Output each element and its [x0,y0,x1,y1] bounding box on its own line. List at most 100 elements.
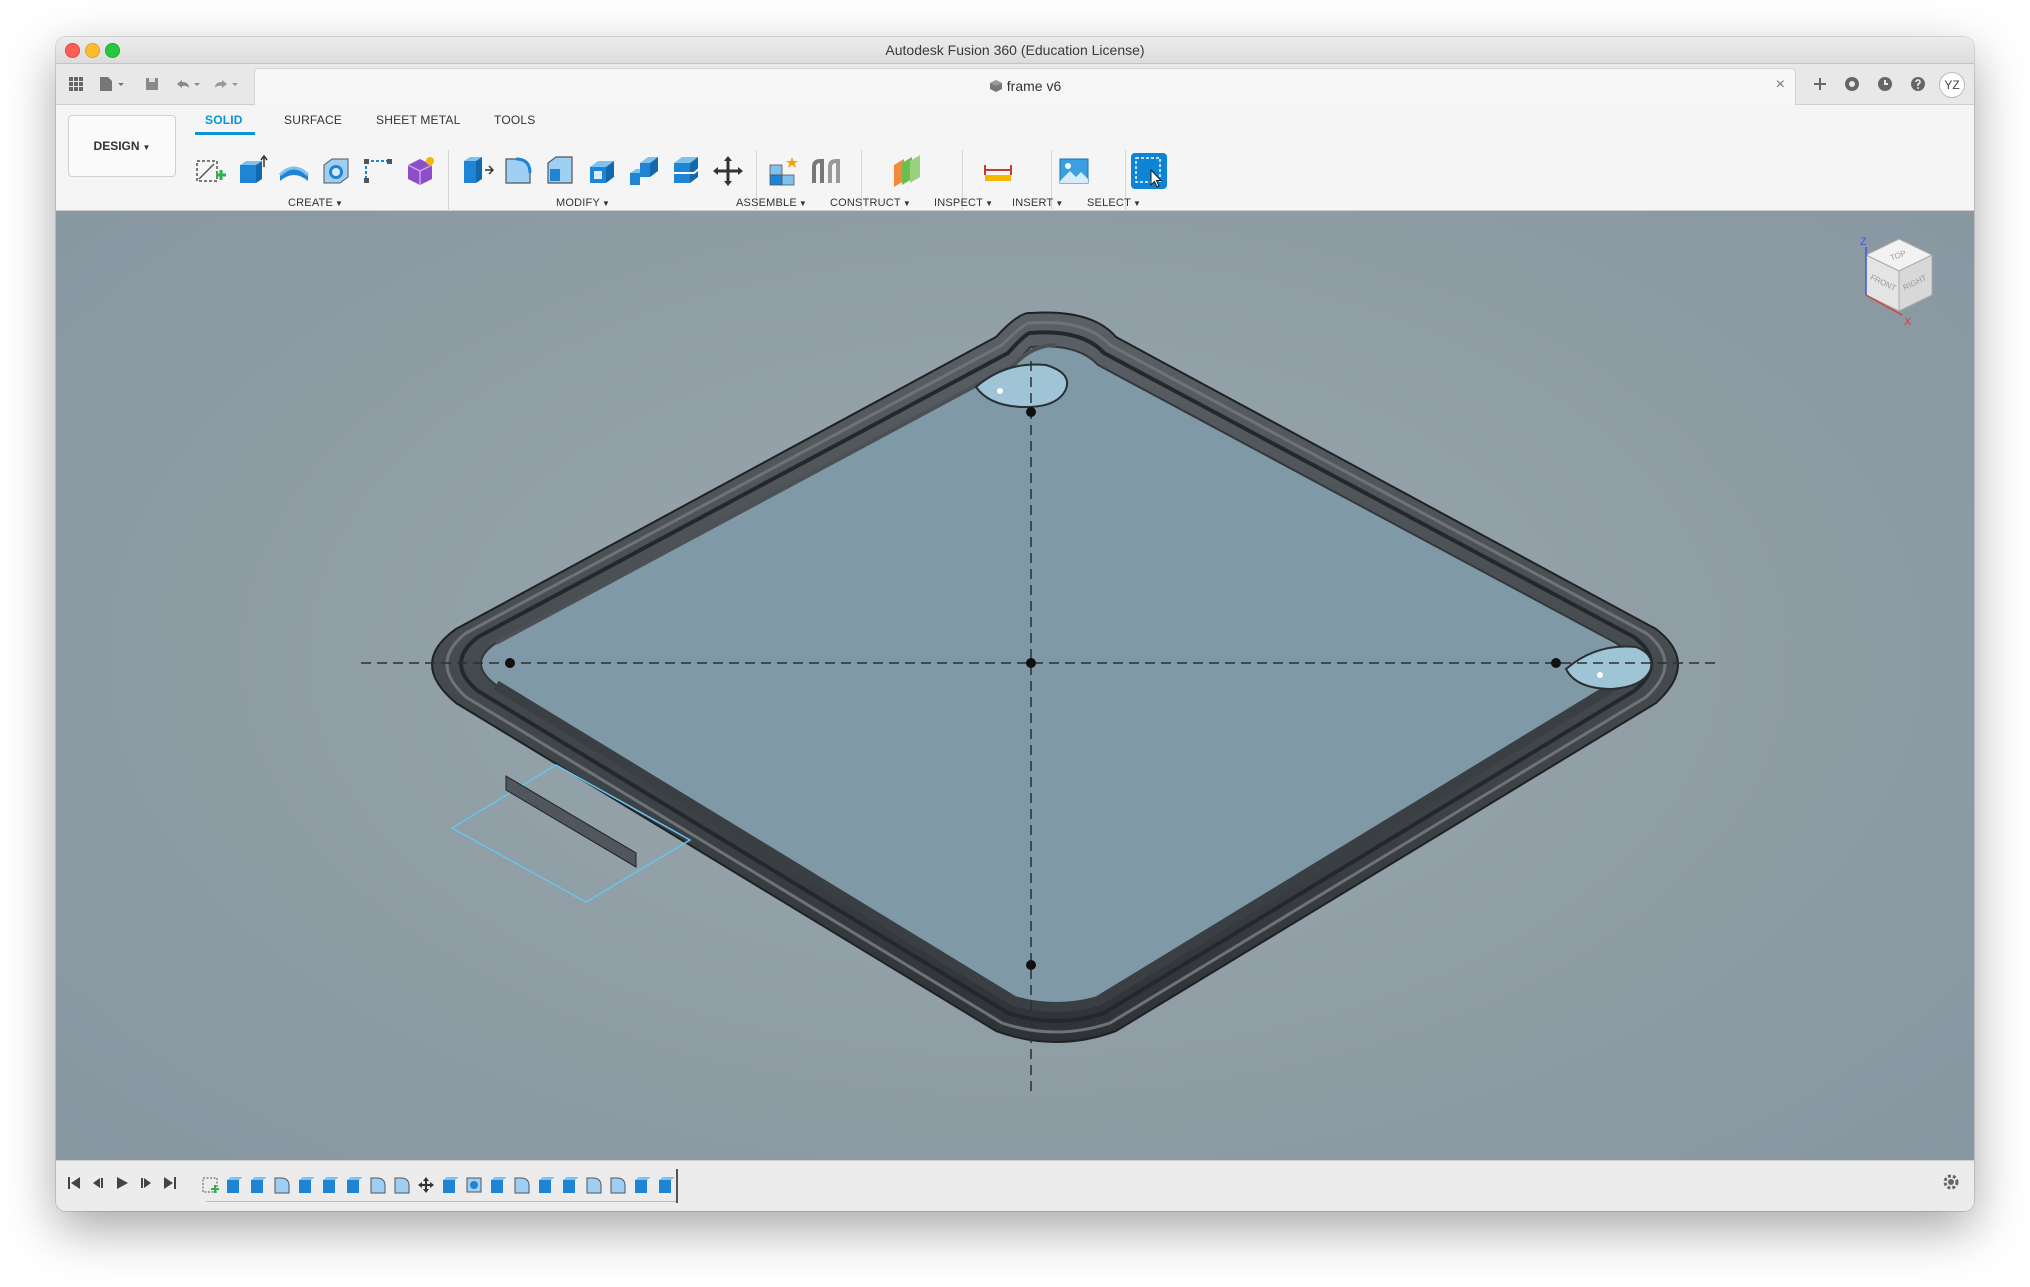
modify-menu-label: MODIFY [556,197,600,209]
create-sketch-button[interactable] [192,153,228,189]
step-forward-icon[interactable] [138,1175,154,1197]
feature-hole-icon[interactable] [466,1177,482,1193]
add-tab-icon[interactable] [1808,72,1832,96]
joint-icon [812,159,840,183]
step-back-icon[interactable] [90,1175,106,1197]
shell-button[interactable] [584,153,620,189]
feature-extrude-icon[interactable] [491,1177,507,1193]
timeline-bar [56,1160,1974,1211]
user-avatar[interactable]: YZ [1939,72,1965,98]
feature-extrude-icon[interactable] [443,1177,459,1193]
view-cube[interactable]: TOP FRONT RIGHT Z X [1854,233,1944,333]
feature-extrude-icon[interactable] [635,1177,651,1193]
pattern-icon [364,159,392,183]
chevron-down-icon: ▼ [985,199,994,208]
redo-icon[interactable] [210,72,242,96]
feature-move-icon[interactable] [418,1177,434,1193]
feature-fillet-icon[interactable] [514,1177,530,1194]
measure-button[interactable] [980,153,1016,189]
sketch-point[interactable] [1551,658,1561,668]
gear-icon[interactable] [1942,1173,1960,1197]
tab-surface[interactable]: SURFACE [284,113,342,127]
canvas-viewport[interactable]: TOP FRONT RIGHT Z X [56,211,1974,1199]
timeline-features[interactable] [200,1175,690,1197]
skip-start-icon[interactable] [66,1175,82,1197]
z-axis-label: Z [1860,236,1867,248]
select-cursor-icon [1135,157,1163,188]
hole-button[interactable] [318,153,354,189]
fillet-button[interactable] [500,153,536,189]
feature-extrude-icon[interactable] [347,1177,363,1193]
feature-extrude-icon[interactable] [539,1177,555,1193]
save-icon[interactable] [140,72,164,96]
close-document-button[interactable]: × [1776,76,1785,94]
chamfer-button[interactable] [542,153,578,189]
skip-end-icon[interactable] [162,1175,178,1197]
chevron-down-icon: ▼ [798,199,808,208]
grid-icon[interactable] [64,72,88,96]
assemble-menu-label: ASSEMBLE [736,197,797,209]
create-form-button[interactable] [402,153,438,189]
move-icon [713,156,743,186]
combine-button[interactable] [626,153,662,189]
new-component-button[interactable] [766,153,802,189]
split-body-button[interactable] [668,153,704,189]
press-pull-button[interactable] [458,153,494,189]
offset-plane-button[interactable] [888,153,924,189]
frame-inner-plane[interactable] [480,345,1632,1008]
feature-fillet-icon[interactable] [586,1177,602,1194]
feature-fillet-icon[interactable] [394,1177,410,1194]
modify-menu[interactable]: MODIFY ▼ [556,197,610,209]
select-button[interactable] [1131,153,1167,189]
sketch-point[interactable] [1026,960,1036,970]
revolve-button[interactable] [276,153,312,189]
tab-tools[interactable]: TOOLS [494,113,535,127]
create-menu[interactable]: CREATE ▼ [288,197,343,209]
fillet-icon [505,157,532,184]
model-view[interactable] [56,211,1974,1199]
split-body-icon [672,157,701,183]
component-icon [989,80,1002,92]
help-icon[interactable] [1906,72,1930,96]
feature-fillet-icon[interactable] [370,1177,386,1194]
joint-button[interactable] [808,153,844,189]
assemble-menu[interactable]: ASSEMBLE ▼ [736,197,807,209]
feature-extrude-icon[interactable] [227,1177,243,1193]
extrude-button[interactable] [234,153,270,189]
app-window: Autodesk Fusion 360 (Education License) [56,37,1974,1211]
insert-menu-label: INSERT [1012,197,1054,209]
insert-menu[interactable]: INSERT ▼ [1012,197,1063,209]
origin-point[interactable] [1026,658,1036,668]
revolve-icon [278,166,310,181]
sketch-point[interactable] [1026,407,1036,417]
feature-extrude-icon[interactable] [659,1177,675,1193]
select-menu[interactable]: SELECT ▼ [1087,197,1141,209]
play-icon[interactable] [114,1175,130,1197]
job-status-icon[interactable] [1873,72,1897,96]
pattern-button[interactable] [360,153,396,189]
workspace-switcher[interactable]: DESIGN ▼ [68,115,176,177]
feature-fillet-icon[interactable] [274,1177,290,1194]
feature-fillet-icon[interactable] [610,1177,626,1194]
move-copy-button[interactable] [710,153,746,189]
extensions-icon[interactable] [1840,72,1864,96]
chevron-down-icon: ▼ [1055,199,1064,208]
document-tab[interactable]: frame v6 × [254,68,1796,105]
document-title-text: frame v6 [1006,78,1062,94]
window-title: Autodesk Fusion 360 (Education License) [885,42,1145,58]
feature-sketch-icon[interactable] [202,1177,219,1193]
tab-solid[interactable]: SOLID [205,113,243,127]
sketch-point[interactable] [505,658,515,668]
feature-extrude-icon[interactable] [323,1177,339,1193]
feature-extrude-icon[interactable] [251,1177,267,1193]
undo-icon[interactable] [172,72,204,96]
construct-menu[interactable]: CONSTRUCT ▼ [830,197,911,209]
timeline-marker[interactable] [676,1169,678,1203]
insert-canvas-button[interactable] [1056,153,1092,189]
sketch-icon [196,160,226,182]
feature-extrude-icon[interactable] [299,1177,315,1193]
tab-sheet-metal[interactable]: SHEET METAL [376,113,460,127]
inspect-menu[interactable]: INSPECT ▼ [934,197,993,209]
feature-extrude-icon[interactable] [563,1177,579,1193]
file-menu-button[interactable] [96,72,128,96]
